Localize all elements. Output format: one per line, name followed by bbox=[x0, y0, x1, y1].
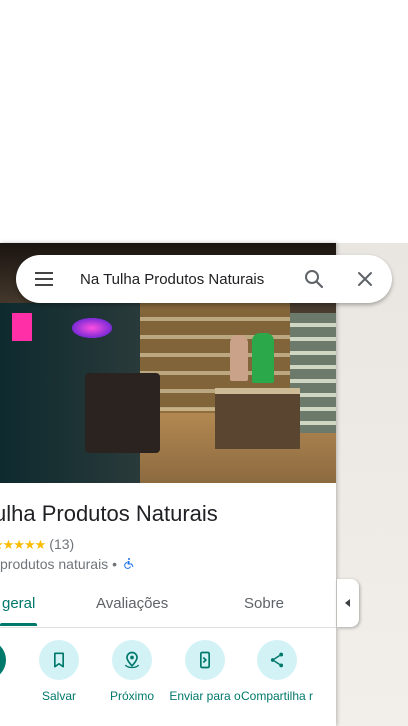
send-to-phone-icon bbox=[185, 640, 225, 680]
wheelchair-icon bbox=[123, 556, 135, 572]
place-category: produtos naturais • bbox=[0, 556, 117, 572]
tab-about[interactable]: Sobre bbox=[244, 595, 284, 612]
menu-icon-line bbox=[35, 278, 53, 280]
action-row: s Salvar Próximo Enviar para o Compartil… bbox=[0, 640, 336, 726]
send-to-phone-label: Enviar para o bbox=[169, 689, 241, 703]
rating-count[interactable]: (13) bbox=[49, 536, 74, 552]
close-button[interactable] bbox=[353, 267, 377, 291]
map-background bbox=[336, 243, 408, 726]
tab-reviews[interactable]: Avaliações bbox=[96, 595, 168, 612]
directions-button[interactable]: s bbox=[0, 640, 23, 703]
map-area[interactable] bbox=[336, 243, 408, 726]
save-label: Salvar bbox=[41, 689, 76, 703]
collapse-panel-button[interactable] bbox=[337, 579, 359, 627]
photo-counter bbox=[215, 388, 300, 449]
tab-indicator bbox=[0, 623, 37, 626]
place-panel: ulha Produtos Naturais ★★★★★(13) produto… bbox=[0, 243, 336, 726]
photo-table bbox=[85, 373, 160, 453]
close-icon bbox=[358, 272, 372, 286]
menu-icon bbox=[35, 272, 53, 274]
category-row: produtos naturais • bbox=[0, 556, 135, 572]
search-bar bbox=[16, 255, 392, 303]
share-button[interactable]: Compartilha r bbox=[240, 640, 314, 703]
save-button[interactable]: Salvar bbox=[22, 640, 96, 703]
directions-icon bbox=[0, 640, 6, 680]
photo-person-green bbox=[252, 333, 274, 383]
photo-pink-light bbox=[12, 313, 32, 341]
search-input[interactable] bbox=[80, 267, 280, 291]
search-button[interactable] bbox=[302, 267, 326, 291]
photo-person bbox=[230, 335, 248, 381]
menu-button[interactable] bbox=[32, 268, 56, 290]
nearby-label: Próximo bbox=[109, 689, 154, 703]
share-icon bbox=[257, 640, 297, 680]
place-title: ulha Produtos Naturais bbox=[0, 501, 218, 526]
send-to-phone-button[interactable]: Enviar para o bbox=[168, 640, 242, 703]
photo-neon-sign bbox=[72, 318, 112, 338]
share-label: Compartilha r bbox=[240, 689, 314, 703]
chevron-left-icon bbox=[345, 599, 350, 607]
rating-stars: ★★★★★ bbox=[0, 537, 46, 552]
directions-label: s bbox=[0, 690, 23, 703]
tab-bar: geral Avaliações Sobre bbox=[0, 585, 336, 628]
nearby-button[interactable]: Próximo bbox=[95, 640, 169, 703]
search-icon bbox=[305, 270, 324, 289]
blank-top-area bbox=[0, 0, 408, 243]
bookmark-icon bbox=[39, 640, 79, 680]
rating-row[interactable]: ★★★★★(13) bbox=[0, 536, 74, 553]
menu-icon-line bbox=[35, 284, 53, 286]
nearby-icon bbox=[112, 640, 152, 680]
tab-overview[interactable]: geral bbox=[2, 595, 35, 612]
